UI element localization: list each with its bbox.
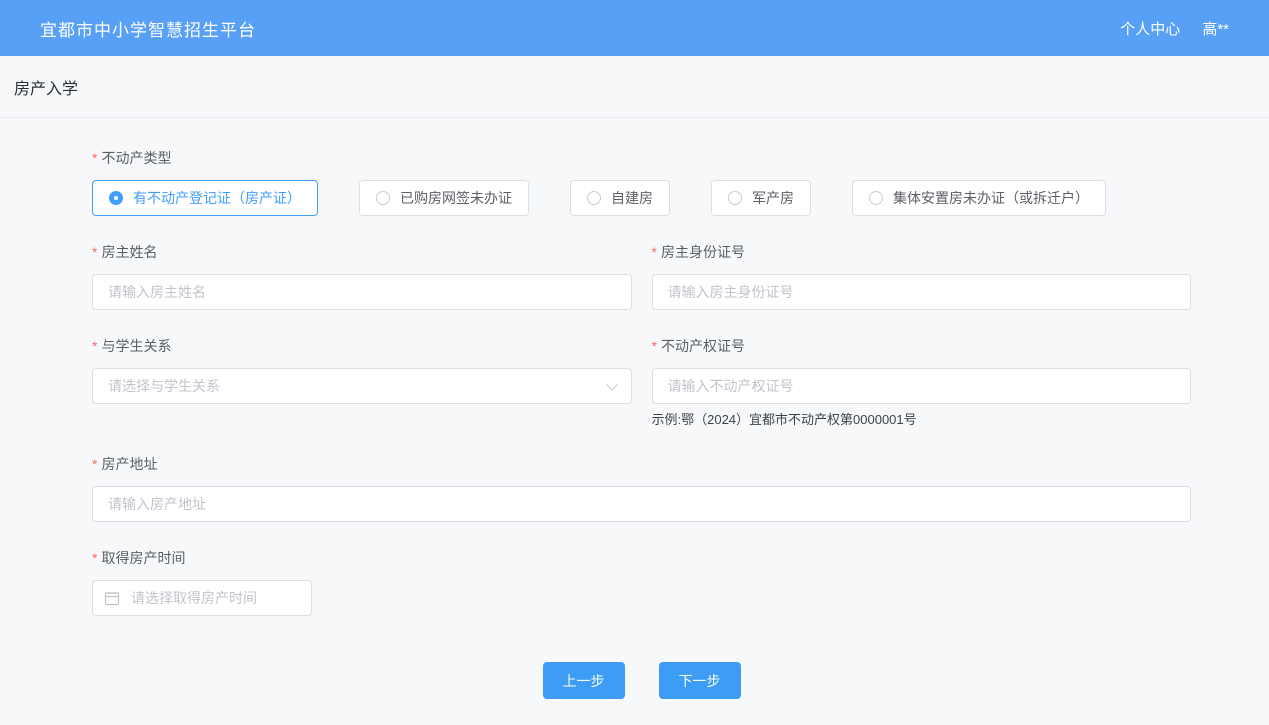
address-label-text: 房产地址: [101, 456, 157, 472]
required-asterisk: *: [92, 550, 97, 566]
radio-icon: [728, 191, 742, 205]
acquire-time-date-picker[interactable]: [92, 580, 312, 616]
nav-username[interactable]: 高**: [1202, 18, 1229, 39]
required-asterisk: *: [92, 244, 97, 260]
radio-option-label: 自建房: [611, 188, 653, 208]
radio-option-label: 有不动产登记证（房产证）: [133, 188, 301, 208]
owner-name-input[interactable]: [92, 274, 632, 310]
owner-row: *房主姓名 *房主身份证号: [92, 242, 1191, 310]
owner-name-field: *房主姓名: [92, 242, 632, 310]
required-asterisk: *: [92, 456, 97, 472]
property-type-row: *不动产类型 有不动产登记证（房产证） 已购房网签未办证 自建房 军产房 集体安…: [92, 148, 1191, 216]
form-actions: 上一步 下一步: [92, 662, 1191, 699]
acquire-time-label-text: 取得房产时间: [101, 550, 185, 566]
nav-personal-center[interactable]: 个人中心: [1120, 18, 1180, 39]
property-enrollment-form: *不动产类型 有不动产登记证（房产证） 已购房网签未办证 自建房 军产房 集体安…: [0, 118, 1269, 699]
radio-icon: [109, 191, 123, 205]
property-type-radio-group: 有不动产登记证（房产证） 已购房网签未办证 自建房 军产房 集体安置房未办证（或…: [92, 180, 1191, 216]
header-nav: 个人中心 高**: [1120, 18, 1229, 39]
owner-id-label: *房主身份证号: [652, 242, 1192, 262]
relation-label: *与学生关系: [92, 336, 632, 356]
acquire-time-row: *取得房产时间: [92, 548, 1191, 616]
required-asterisk: *: [652, 338, 657, 354]
owner-name-label: *房主姓名: [92, 242, 632, 262]
relation-field: *与学生关系: [92, 336, 632, 428]
property-type-label: *不动产类型: [92, 148, 1191, 168]
relation-select[interactable]: [92, 368, 632, 404]
radio-option-military[interactable]: 军产房: [711, 180, 811, 216]
owner-id-input[interactable]: [652, 274, 1192, 310]
acquire-time-picker-wrap: [92, 580, 312, 616]
address-row: *房产地址: [92, 454, 1191, 522]
property-type-label-text: 不动产类型: [101, 150, 171, 166]
radio-option-has-certificate[interactable]: 有不动产登记证（房产证）: [92, 180, 318, 216]
required-asterisk: *: [92, 150, 97, 166]
radio-icon: [869, 191, 883, 205]
cert-no-hint: 示例:鄂（2024）宜都市不动产权第0000001号: [652, 412, 1192, 428]
app-header: 宜都市中小学智慧招生平台 个人中心 高**: [0, 0, 1269, 56]
required-asterisk: *: [92, 338, 97, 354]
previous-step-button[interactable]: 上一步: [543, 662, 625, 699]
required-asterisk: *: [652, 244, 657, 260]
relation-select-wrap: [92, 368, 632, 404]
page-title-bar: 房产入学: [0, 56, 1269, 118]
address-input[interactable]: [92, 486, 1191, 522]
next-step-button[interactable]: 下一步: [659, 662, 741, 699]
radio-icon: [587, 191, 601, 205]
cert-no-field: *不动产权证号 示例:鄂（2024）宜都市不动产权第0000001号: [652, 336, 1192, 428]
radio-option-label: 集体安置房未办证（或拆迁户）: [893, 188, 1089, 208]
cert-no-label-text: 不动产权证号: [661, 338, 745, 354]
radio-option-collective-resettlement[interactable]: 集体安置房未办证（或拆迁户）: [852, 180, 1106, 216]
cert-no-input[interactable]: [652, 368, 1192, 404]
radio-option-self-built[interactable]: 自建房: [570, 180, 670, 216]
relation-cert-row: *与学生关系 *不动产权证号 示例:鄂（2024）宜都市不动产权第0000001…: [92, 336, 1191, 428]
owner-id-label-text: 房主身份证号: [661, 244, 745, 260]
radio-option-label: 军产房: [752, 188, 794, 208]
relation-label-text: 与学生关系: [101, 338, 171, 354]
radio-icon: [376, 191, 390, 205]
acquire-time-label: *取得房产时间: [92, 548, 1191, 568]
app-title: 宜都市中小学智慧招生平台: [40, 16, 256, 41]
cert-no-label: *不动产权证号: [652, 336, 1192, 356]
page-title: 房产入学: [14, 75, 78, 99]
owner-id-field: *房主身份证号: [652, 242, 1192, 310]
radio-option-online-signed[interactable]: 已购房网签未办证: [359, 180, 529, 216]
radio-option-label: 已购房网签未办证: [400, 188, 512, 208]
owner-name-label-text: 房主姓名: [101, 244, 157, 260]
address-label: *房产地址: [92, 454, 1191, 474]
